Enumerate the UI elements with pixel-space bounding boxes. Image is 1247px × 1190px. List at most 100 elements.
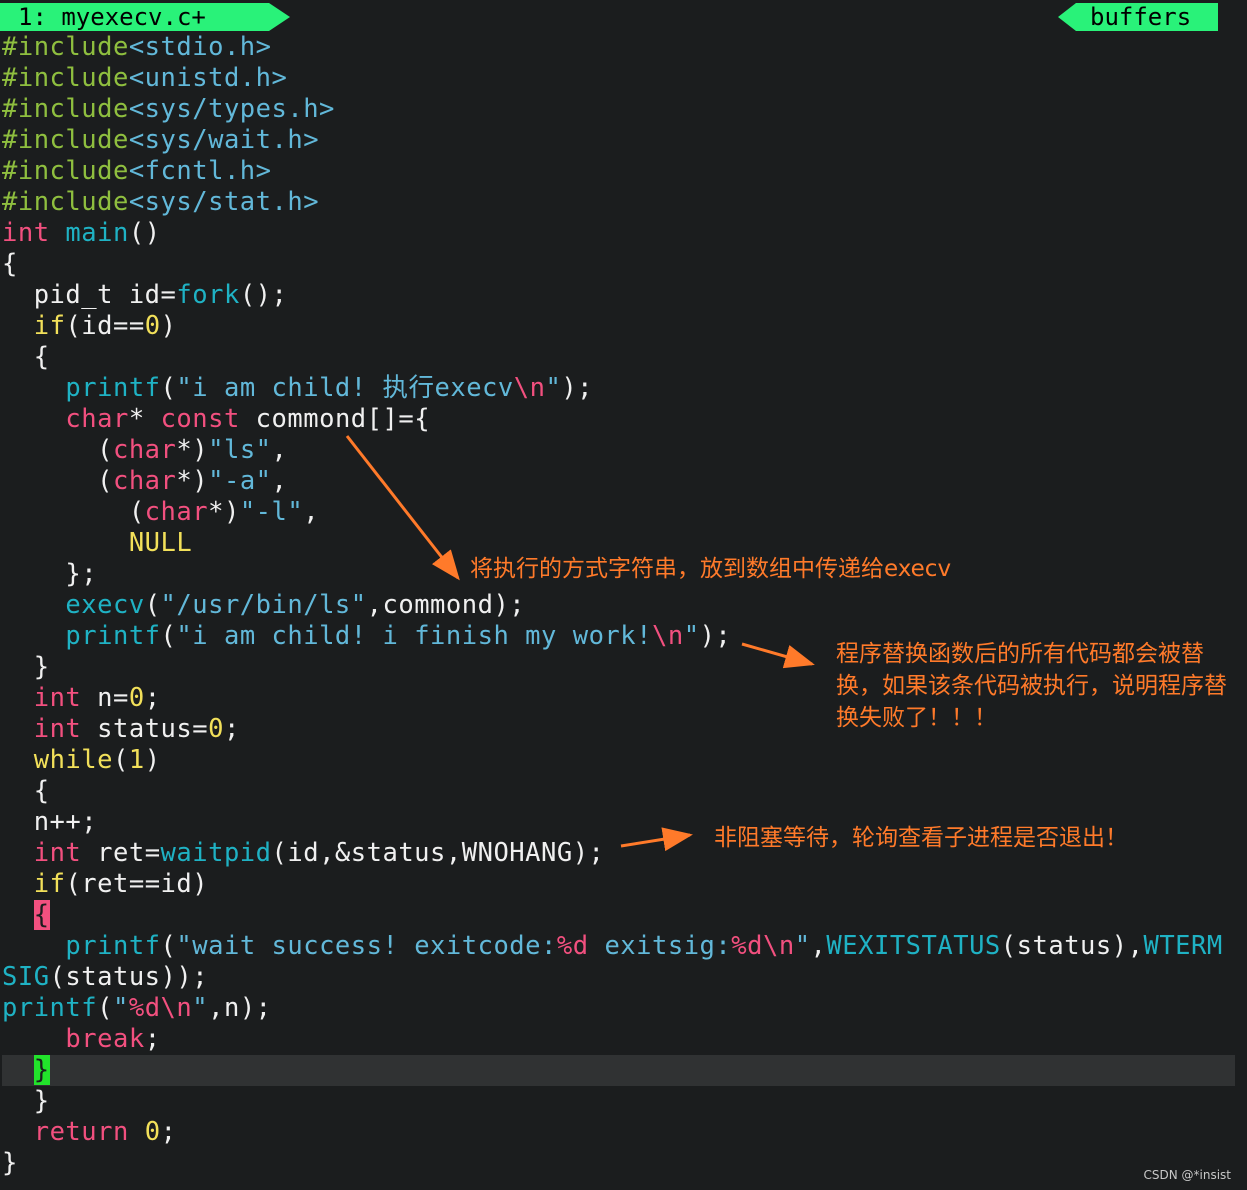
code-token: int bbox=[33, 838, 82, 868]
code-token: main bbox=[65, 218, 129, 248]
code-token: " bbox=[794, 931, 811, 961]
code-line[interactable]: (char*)"-a", bbox=[2, 466, 1235, 497]
code-token: 1 bbox=[128, 745, 145, 775]
code-token: ( bbox=[2, 466, 113, 496]
code-token: ); bbox=[699, 621, 732, 651]
code-token: const bbox=[160, 404, 240, 434]
code-token: waitpid bbox=[160, 838, 272, 868]
code-token: commond[]={ bbox=[239, 404, 431, 434]
code-line[interactable]: execv("/usr/bin/ls",commond); bbox=[2, 590, 1235, 621]
code-line[interactable]: #include<fcntl.h> bbox=[2, 156, 1235, 187]
code-line[interactable]: } bbox=[2, 1148, 1235, 1179]
code-line[interactable]: #include<unistd.h> bbox=[2, 63, 1235, 94]
code-line[interactable]: printf("wait success! exitcode:%d exitsi… bbox=[2, 931, 1235, 962]
code-token: ( bbox=[2, 497, 145, 527]
code-line[interactable]: { bbox=[2, 249, 1235, 280]
code-token: pid_t id= bbox=[2, 280, 177, 310]
code-token: (id,&status,WNOHANG); bbox=[271, 838, 605, 868]
code-line[interactable]: printf("%d\n",n); bbox=[2, 993, 1235, 1024]
code-line[interactable]: if(id==0) bbox=[2, 311, 1235, 342]
code-token: "ls" bbox=[208, 435, 272, 465]
code-line[interactable]: #include<sys/stat.h> bbox=[2, 187, 1235, 218]
code-token: fork bbox=[176, 280, 240, 310]
code-token: <sys/stat.h> bbox=[128, 187, 320, 217]
code-line[interactable]: #include<sys/wait.h> bbox=[2, 125, 1235, 156]
code-token: %d\n bbox=[731, 931, 795, 961]
code-token: } bbox=[2, 1148, 18, 1178]
buffers-indicator[interactable]: buffers bbox=[1058, 3, 1218, 31]
code-token: #include bbox=[2, 187, 129, 217]
code-token: #include bbox=[2, 94, 129, 124]
code-token: execv bbox=[65, 590, 145, 620]
code-token: 0 bbox=[208, 714, 224, 744]
code-line[interactable]: return 0; bbox=[2, 1117, 1235, 1148]
code-token: n++; bbox=[2, 807, 98, 837]
code-editor[interactable]: #include<stdio.h> #include<unistd.h> #incl… bbox=[2, 32, 1235, 1179]
annotation-nonblocking-wait: 非阻塞等待，轮询查看子进程是否退出！ bbox=[714, 825, 1128, 851]
code-token: } bbox=[2, 1086, 50, 1116]
code-line[interactable]: { bbox=[2, 900, 1235, 931]
code-token: }; bbox=[2, 559, 98, 589]
bracket-highlight: } bbox=[33, 1055, 50, 1085]
code-token: (status)); bbox=[49, 962, 209, 992]
code-token: , bbox=[303, 497, 320, 527]
code-line[interactable]: } bbox=[2, 1055, 1235, 1086]
code-token: break bbox=[65, 1024, 145, 1054]
code-token: <stdio.h> bbox=[128, 32, 272, 62]
code-token: " bbox=[192, 993, 209, 1023]
code-line[interactable]: #include<stdio.h> bbox=[2, 32, 1235, 63]
code-token: #include bbox=[2, 156, 129, 186]
code-line[interactable]: #include<sys/types.h> bbox=[2, 94, 1235, 125]
code-token: while bbox=[33, 745, 113, 775]
code-token: #include bbox=[2, 125, 129, 155]
annotation-array-args: 将执行的方式字符串，放到数组中传递给execv bbox=[470, 556, 952, 582]
code-line[interactable]: { bbox=[2, 776, 1235, 807]
code-line[interactable]: printf("i am child! 执行execv\n"); bbox=[2, 373, 1235, 404]
code-line[interactable]: { bbox=[2, 342, 1235, 373]
code-line[interactable]: if(ret==id) bbox=[2, 869, 1235, 900]
code-line[interactable]: } bbox=[2, 1086, 1235, 1117]
code-line[interactable]: break; bbox=[2, 1024, 1235, 1055]
code-token: ; bbox=[144, 683, 161, 713]
code-token: (); bbox=[239, 280, 288, 310]
code-token: ; bbox=[144, 1024, 161, 1054]
tab-file[interactable]: 1: myexecv.c+ bbox=[0, 3, 290, 31]
code-line[interactable]: int main() bbox=[2, 218, 1235, 249]
code-token: ) bbox=[160, 311, 177, 341]
code-token: char bbox=[65, 404, 129, 434]
code-line[interactable]: char* const commond[]={ bbox=[2, 404, 1235, 435]
code-token: %d\n bbox=[128, 993, 193, 1023]
code-token: ( bbox=[160, 373, 177, 403]
code-line[interactable]: pid_t id=fork(); bbox=[2, 280, 1235, 311]
code-token: int bbox=[33, 714, 82, 744]
code-token: ); bbox=[561, 373, 594, 403]
annotation-replace-fail: 程序替换函数后的所有代码都会被替换，如果该条代码被执行，说明程序替换失败了！！！ bbox=[836, 641, 1227, 731]
code-token: printf bbox=[2, 993, 98, 1023]
code-token: ( bbox=[160, 931, 177, 961]
code-token: } bbox=[2, 652, 50, 682]
code-line[interactable]: SIG(status)); bbox=[2, 962, 1235, 993]
code-token: ( bbox=[160, 621, 177, 651]
code-line[interactable]: (char*)"ls", bbox=[2, 435, 1235, 466]
code-token: " bbox=[545, 373, 562, 403]
code-token: SIG bbox=[2, 962, 50, 992]
code-token: if bbox=[33, 311, 66, 341]
code-line[interactable]: while(1) bbox=[2, 745, 1235, 776]
code-token: "/usr/bin/ls" bbox=[160, 590, 367, 620]
code-line[interactable]: (char*)"-l", bbox=[2, 497, 1235, 528]
code-token: "-a" bbox=[208, 466, 272, 496]
code-token: *) bbox=[208, 497, 240, 527]
code-token: () bbox=[128, 218, 161, 248]
